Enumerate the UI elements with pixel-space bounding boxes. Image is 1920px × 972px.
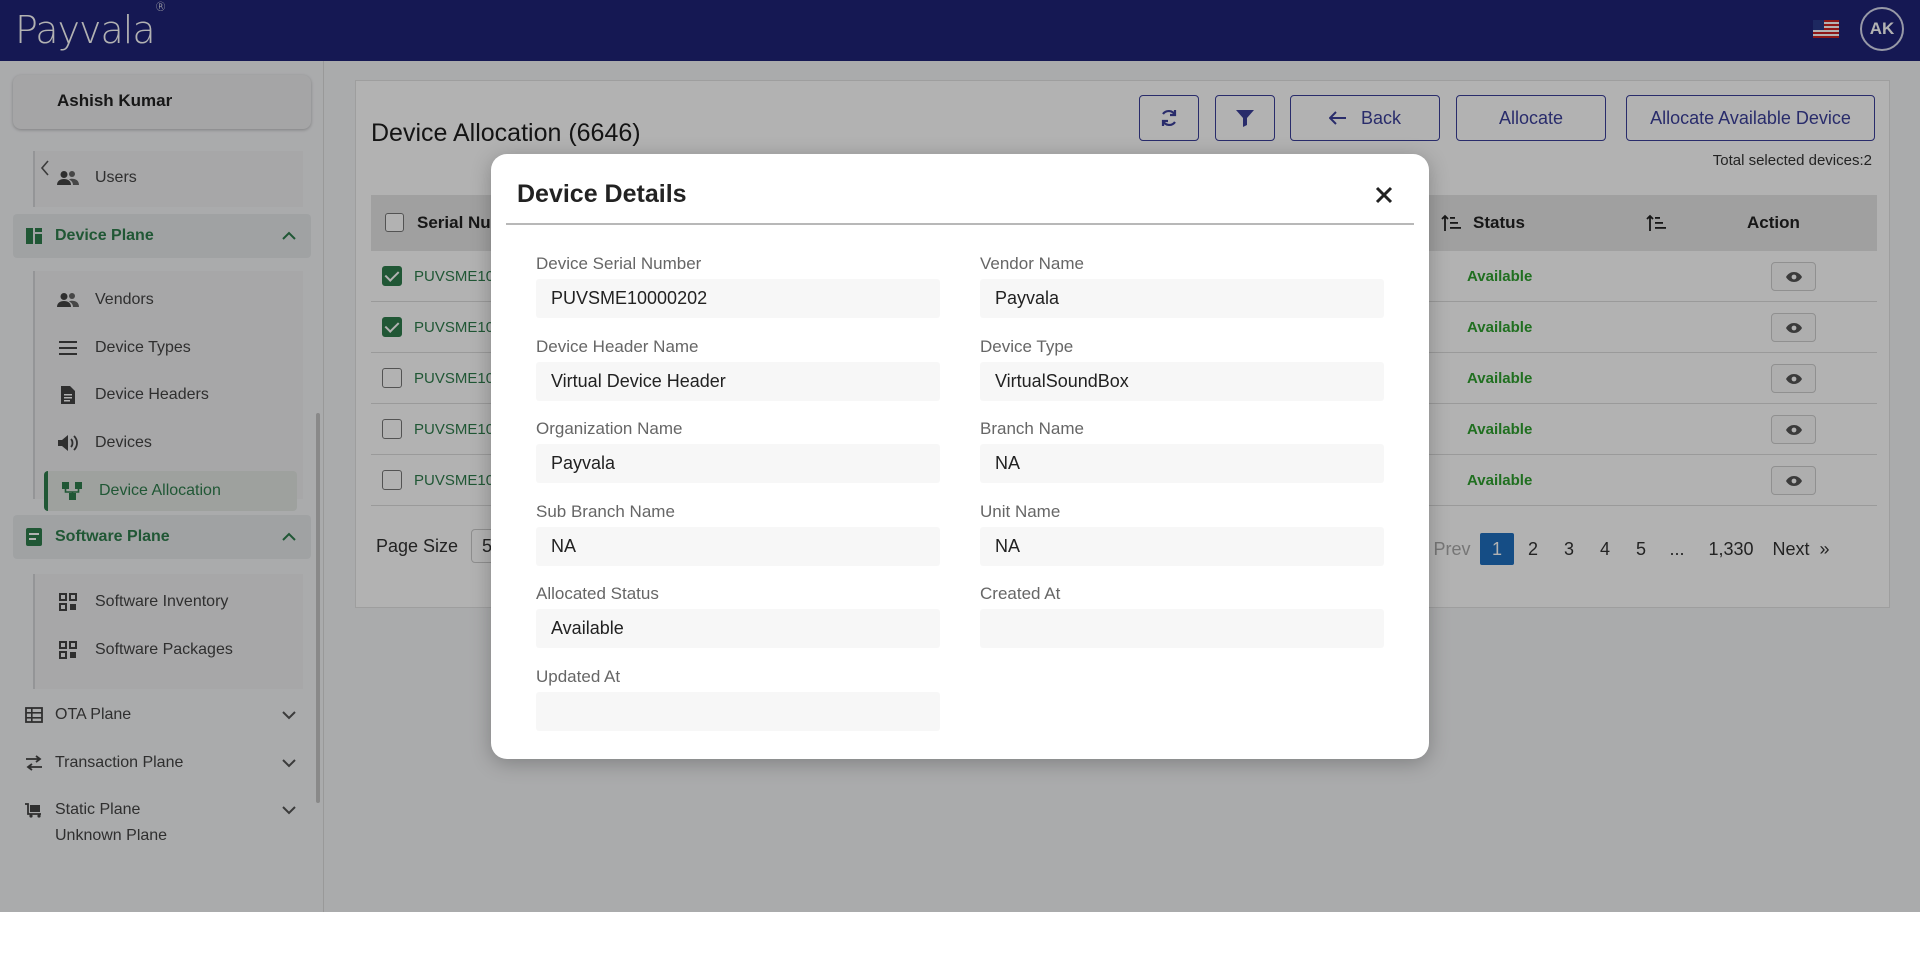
branch-name-label: Branch Name [980, 419, 1084, 438]
modal-divider [506, 223, 1414, 225]
created-at-value [980, 609, 1384, 648]
close-icon [1375, 186, 1393, 204]
sub-branch-name-label: Sub Branch Name [536, 502, 675, 521]
device-details-modal: Device Details Device Serial Number PUVS… [491, 154, 1429, 759]
unit-name-label: Unit Name [980, 502, 1061, 521]
sub-branch-name-value: NA [536, 527, 940, 566]
allocated-status-label: Allocated Status [536, 584, 659, 603]
updated-at-value [536, 692, 940, 731]
device-type-label: Device Type [980, 337, 1074, 356]
device-serial-number-label: Device Serial Number [536, 254, 702, 273]
app-shell: Payvala® AK Ashish Kumar Users Device Pl… [0, 0, 1920, 912]
unit-name-value: NA [980, 527, 1384, 566]
organization-name-value: Payvala [536, 444, 940, 483]
device-header-name-label: Device Header Name [536, 337, 699, 356]
branch-name-value: NA [980, 444, 1384, 483]
modal-title: Device Details [517, 180, 687, 208]
created-at-label: Created At [980, 584, 1061, 603]
device-header-name-value: Virtual Device Header [536, 362, 940, 401]
close-button[interactable] [1369, 180, 1399, 210]
updated-at-label: Updated At [536, 667, 621, 686]
vendor-name-label: Vendor Name [980, 254, 1084, 273]
vendor-name-value: Payvala [980, 279, 1384, 318]
allocated-status-value: Available [536, 609, 940, 648]
device-serial-number-value: PUVSME10000202 [536, 279, 940, 318]
device-type-value: VirtualSoundBox [980, 362, 1384, 401]
organization-name-label: Organization Name [536, 419, 683, 438]
